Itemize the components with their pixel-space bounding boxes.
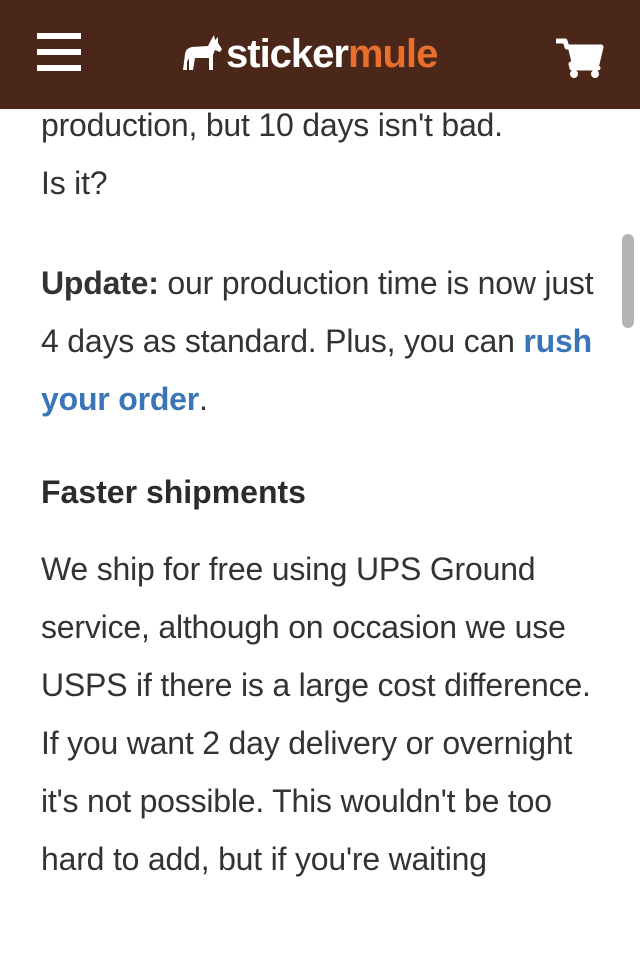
mule-icon [183,35,222,70]
update-label: Update: [41,265,159,301]
intro-line-1: production, but 10 days isn't bad. [41,107,503,143]
cart-button[interactable] [554,37,604,79]
logo-text-mule: mule [347,32,438,76]
menu-button[interactable] [37,33,81,71]
sticker-mule-logo[interactable]: sticker mule [180,30,438,78]
site-header: sticker mule [0,0,640,109]
section-heading: Faster shipments [41,474,306,510]
logo-text-sticker: sticker [226,32,349,76]
intro-line-2: Is it? [41,165,108,201]
shipping-paragraph: We ship for free using UPS Ground servic… [41,551,591,877]
intro-paragraph: production, but 10 days isn't bad. Is it? [41,96,609,212]
update-paragraph: Update: our production time is now just … [41,254,609,428]
update-suffix: . [199,381,208,417]
scrollbar[interactable] [622,234,634,328]
shopping-cart-icon [554,38,604,78]
